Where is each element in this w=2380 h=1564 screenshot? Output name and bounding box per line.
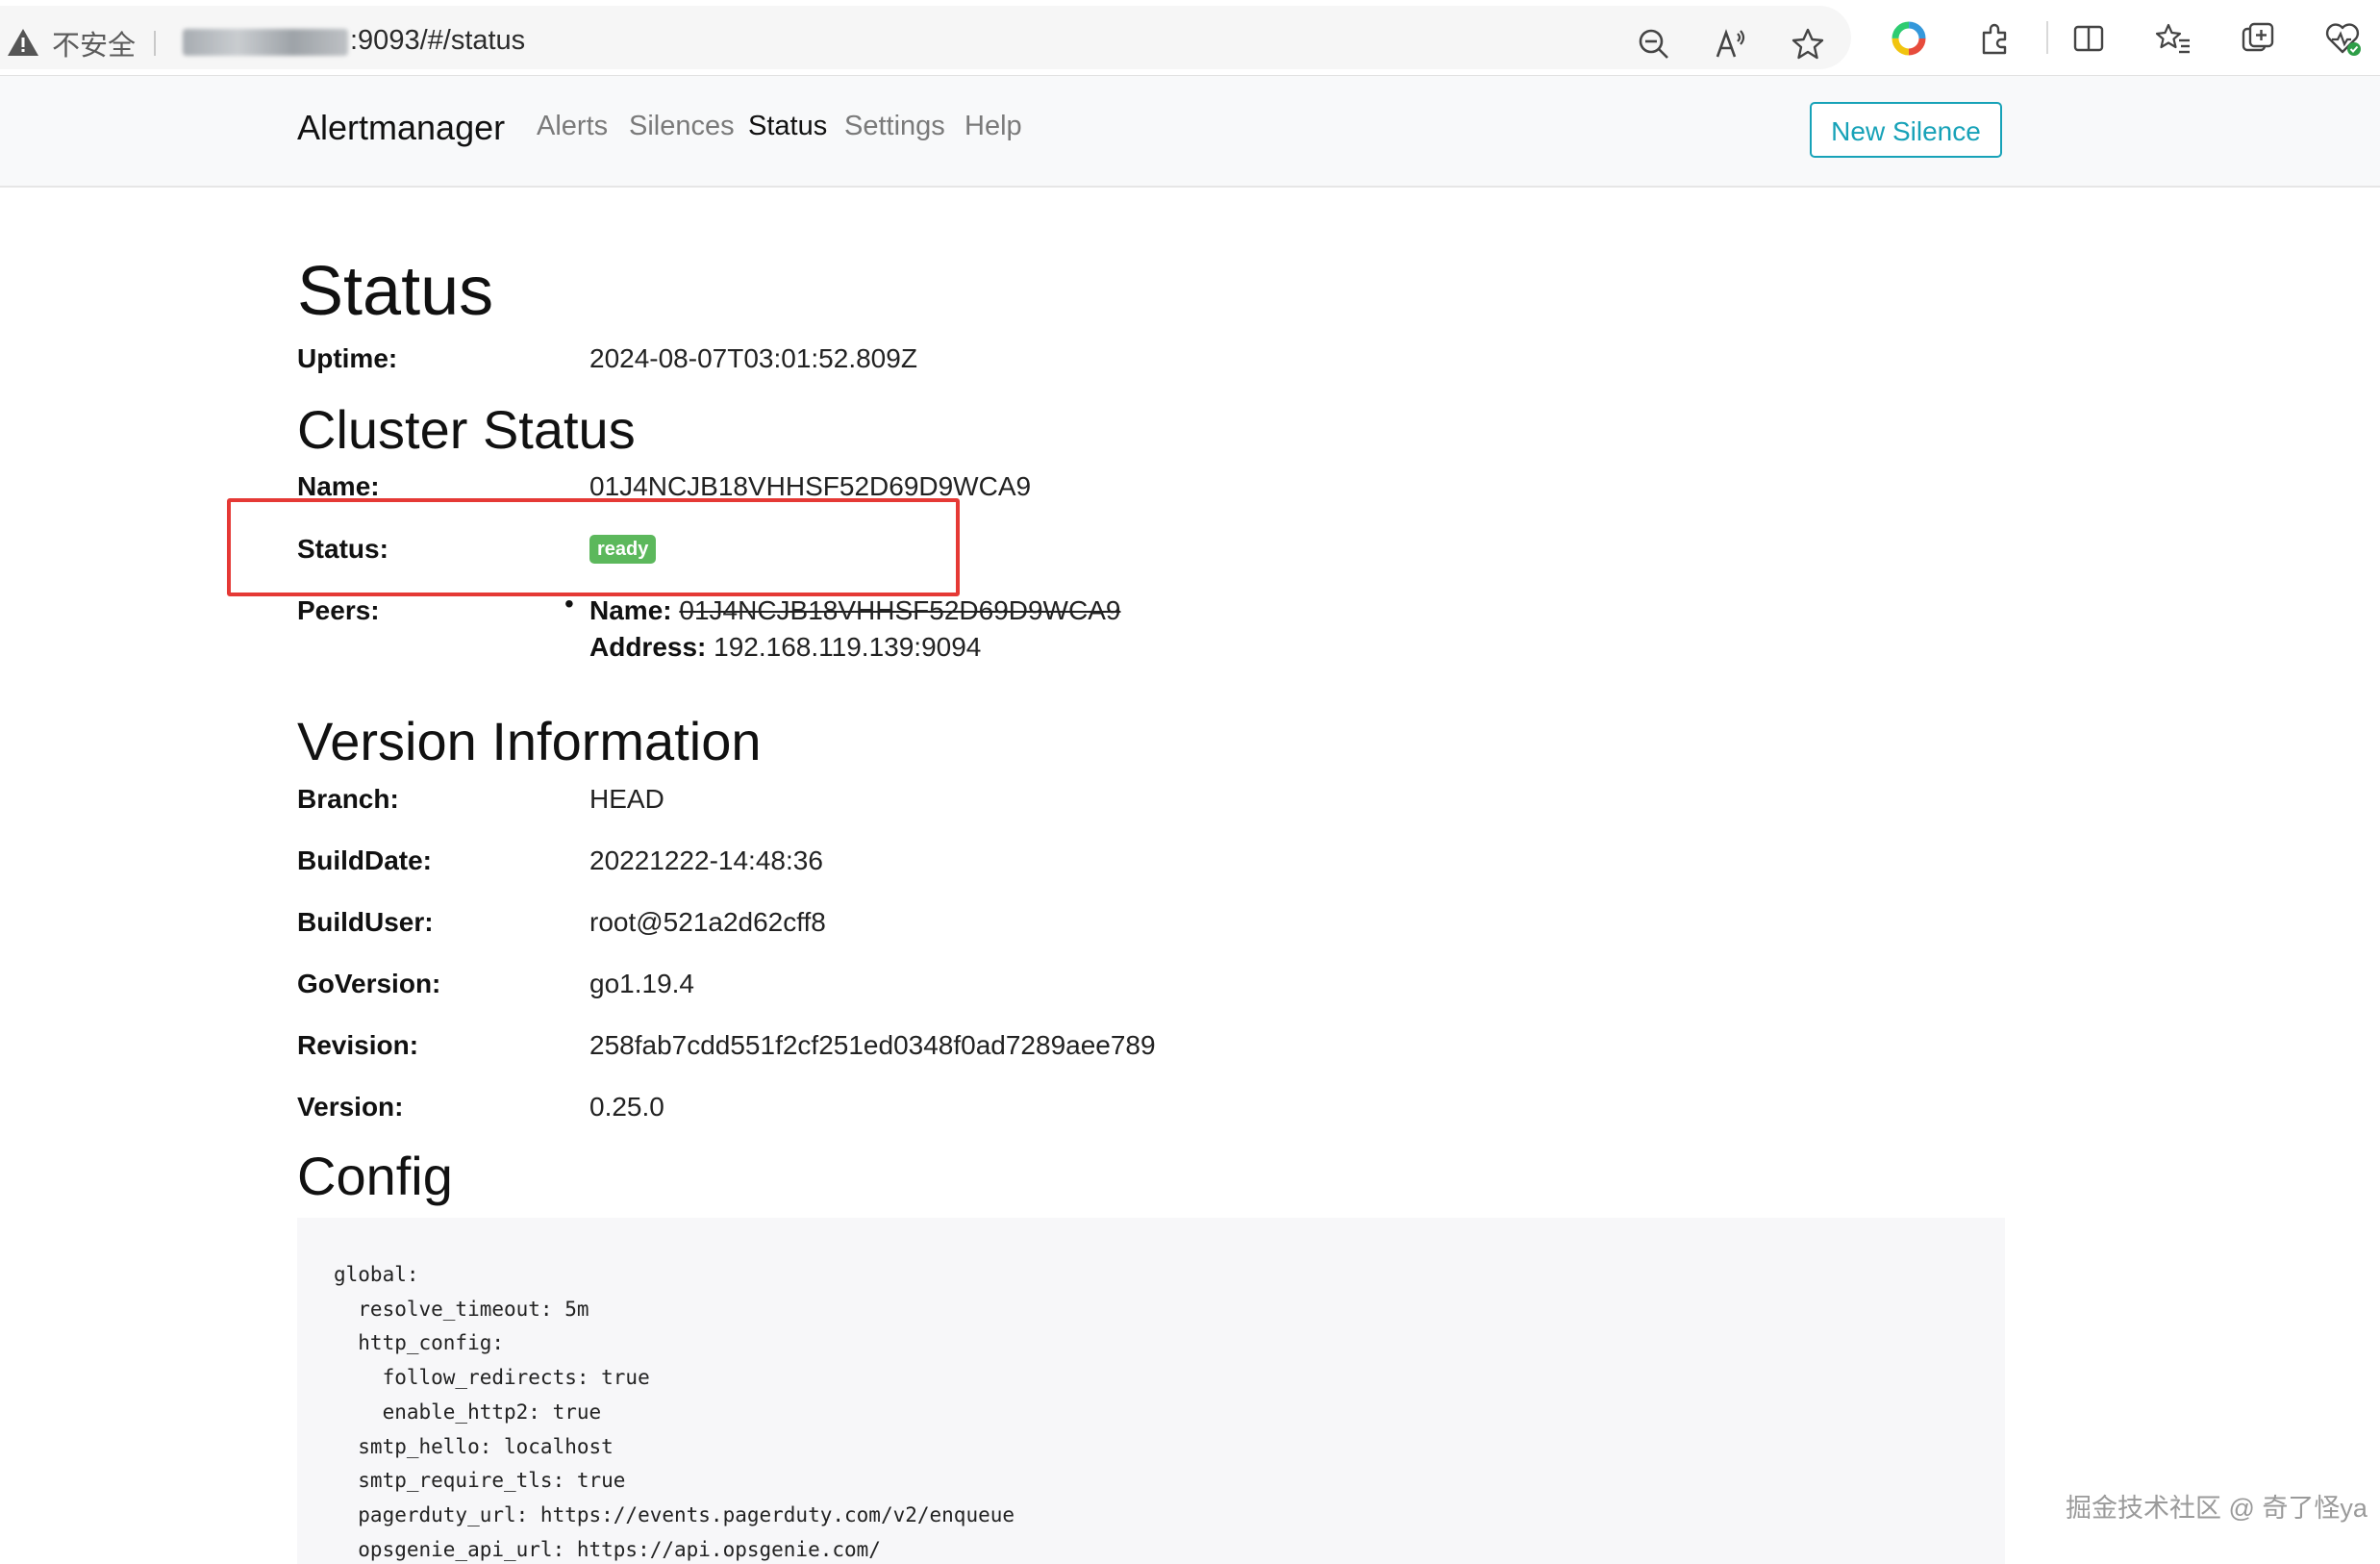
watermark: 掘金技术社区 @ 奇了怪ya	[2066, 1494, 2367, 1523]
peer-address-value: 192.168.119.139:9094	[714, 632, 982, 662]
peer-address: Address: 192.168.119.139:9094	[589, 632, 981, 663]
copilot-icon[interactable]	[1890, 19, 1928, 58]
browser-health-icon[interactable]	[2323, 19, 2362, 58]
go-version-value: go1.19.4	[589, 969, 694, 998]
nav-settings[interactable]: Settings	[844, 111, 945, 142]
browser-toolbar: 不安全 :9093/#/status	[0, 0, 2380, 76]
extensions-icon[interactable]	[1976, 19, 2015, 58]
go-version-label: GoVersion:	[297, 969, 441, 998]
branch-label: Branch:	[297, 784, 399, 814]
version-info-title: Version Information	[297, 711, 762, 771]
new-silence-button[interactable]: New Silence	[1810, 102, 2002, 158]
revision-label: Revision:	[297, 1030, 419, 1060]
build-date-value: 20221222-14:48:36	[589, 845, 823, 875]
revision-value: 258fab7cdd551f2cf251ed0348f0ad7289aee789	[589, 1030, 1156, 1060]
uptime-label: Uptime:	[297, 343, 398, 373]
nav-help[interactable]: Help	[965, 111, 1022, 142]
version-value: 0.25.0	[589, 1092, 664, 1122]
config-title: Config	[297, 1146, 453, 1206]
build-user-value: root@521a2d62cff8	[589, 907, 826, 937]
peer-name-value: 01J4NCJB18VHHSF52D69D9WCA9	[679, 595, 1121, 625]
branch-value: HEAD	[589, 784, 664, 814]
build-date-label: BuildDate:	[297, 845, 432, 875]
app-navbar: Alertmanager Alerts Silences Status Sett…	[0, 76, 2380, 188]
peer-name: Name: 01J4NCJB18VHHSF52D69D9WCA9	[589, 595, 1120, 626]
favorite-star-icon[interactable]	[1789, 25, 1827, 63]
nav-silences[interactable]: Silences	[629, 111, 735, 142]
toolbar-divider	[2046, 21, 2048, 54]
config-code-block[interactable]: global: resolve_timeout: 5m http_config:…	[297, 1218, 2005, 1564]
brand-logo-text[interactable]: Alertmanager	[297, 108, 505, 148]
url-text[interactable]: :9093/#/status	[350, 25, 525, 57]
security-label[interactable]: 不安全	[52, 23, 136, 63]
split-screen-icon[interactable]	[2069, 19, 2108, 58]
url-separator	[154, 31, 156, 56]
favorites-list-icon[interactable]	[2154, 19, 2192, 58]
page-title: Status	[297, 253, 494, 330]
nav-alerts[interactable]: Alerts	[537, 111, 608, 142]
version-label: Version:	[297, 1092, 404, 1122]
build-user-label: BuildUser:	[297, 907, 434, 937]
redacted-host	[183, 29, 348, 56]
cluster-status-title: Cluster Status	[297, 399, 636, 460]
nav-status[interactable]: Status	[748, 111, 827, 142]
peers-label: Peers:	[297, 595, 380, 625]
warning-icon[interactable]	[6, 27, 40, 58]
peer-name-label: Name:	[589, 595, 672, 625]
zoom-out-icon[interactable]	[1635, 25, 1673, 63]
peer-address-label: Address:	[589, 632, 707, 662]
uptime-value: 2024-08-07T03:01:52.809Z	[589, 343, 917, 373]
collections-icon[interactable]	[2239, 19, 2277, 58]
annotation-highlight-box	[227, 498, 960, 596]
read-aloud-icon[interactable]	[1712, 25, 1750, 63]
address-bar[interactable]: 不安全 :9093/#/status	[0, 6, 1851, 69]
